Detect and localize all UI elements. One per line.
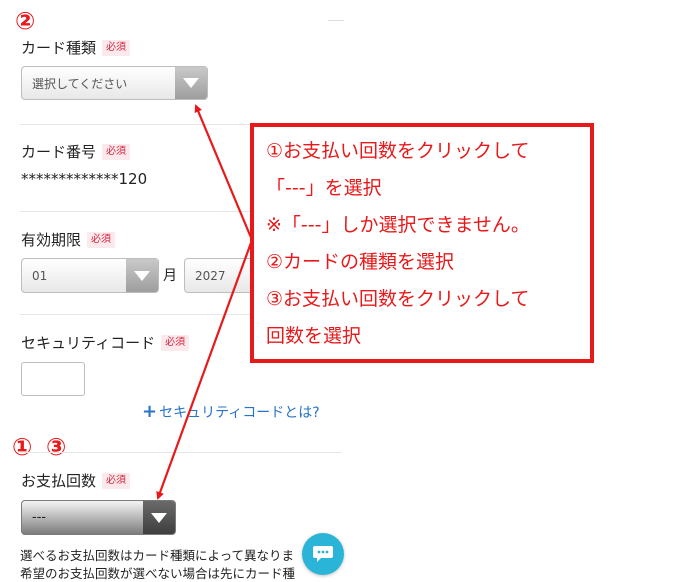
security-code-help-link[interactable]: + セキュリティコードとは? bbox=[142, 401, 320, 422]
card-type-select-value: 選択してください bbox=[32, 76, 128, 91]
required-badge: 必須 bbox=[102, 472, 131, 489]
chevron-down-icon bbox=[143, 501, 175, 534]
step-1-marker: ① bbox=[12, 433, 33, 461]
card-type-select[interactable]: 選択してください bbox=[21, 66, 208, 100]
required-badge: 必須 bbox=[102, 39, 131, 56]
instruction-box: ①お支払い回数をクリックして 「---」を選択 ※「---」しか選択できません。… bbox=[250, 123, 594, 363]
expiry-label-text: 有効期限 bbox=[21, 231, 82, 249]
payment-count-label: お支払回数 必須 bbox=[21, 470, 131, 491]
payment-note-line-1: 選べるお支払回数はカード種類によって異なりま bbox=[20, 548, 295, 563]
chat-bubble-icon bbox=[313, 546, 333, 562]
chevron-down-icon bbox=[126, 259, 158, 292]
instruction-line: ※「---」しか選択できません。 bbox=[266, 214, 530, 236]
instruction-line: 「---」を選択 bbox=[266, 177, 382, 199]
card-number-label: カード番号 必須 bbox=[21, 141, 131, 162]
card-type-label-text: カード種類 bbox=[21, 39, 97, 57]
divider bbox=[20, 452, 342, 453]
instruction-line: ①お支払い回数をクリックして bbox=[266, 140, 530, 162]
expiry-label: 有効期限 必須 bbox=[21, 229, 116, 250]
chat-button[interactable] bbox=[302, 533, 344, 575]
security-code-help-text: セキュリティコードとは? bbox=[159, 404, 320, 421]
expiry-month-select[interactable]: 01 bbox=[21, 258, 159, 293]
required-badge: 必須 bbox=[102, 143, 131, 160]
payment-count-label-text: お支払回数 bbox=[21, 472, 97, 490]
expiry-year-select[interactable]: 2027 bbox=[184, 258, 254, 293]
required-badge: 必須 bbox=[161, 334, 190, 351]
chevron-down-icon bbox=[175, 67, 207, 99]
arrow-to-card-type bbox=[194, 104, 254, 241]
security-code-label-text: セキュリティコード bbox=[21, 334, 156, 352]
instruction-line: ③お支払い回数をクリックして bbox=[266, 288, 530, 310]
expiry-month-value: 01 bbox=[32, 268, 48, 283]
step-2-marker: ② bbox=[15, 7, 36, 35]
card-number-value: *************120 bbox=[21, 170, 148, 188]
card-type-label: カード種類 必須 bbox=[21, 37, 131, 58]
security-code-input[interactable] bbox=[21, 362, 85, 396]
instruction-line: 回数を選択 bbox=[266, 325, 362, 347]
payment-note-line-2: 希望のお支払回数が選べない場合は先にカード種 bbox=[20, 566, 296, 581]
step-3-marker: ③ bbox=[46, 433, 67, 461]
expiry-year-value: 2027 bbox=[195, 268, 226, 283]
required-badge: 必須 bbox=[87, 231, 116, 248]
instruction-line: ②カードの種類を選択 bbox=[266, 251, 455, 273]
month-unit: 月 bbox=[163, 268, 177, 284]
plus-icon: + bbox=[142, 401, 158, 422]
payment-count-select[interactable]: --- bbox=[21, 500, 176, 535]
top-divider bbox=[328, 20, 344, 21]
security-code-label: セキュリティコード 必須 bbox=[21, 332, 190, 353]
payment-count-value: --- bbox=[32, 510, 47, 525]
card-number-label-text: カード番号 bbox=[21, 143, 97, 161]
